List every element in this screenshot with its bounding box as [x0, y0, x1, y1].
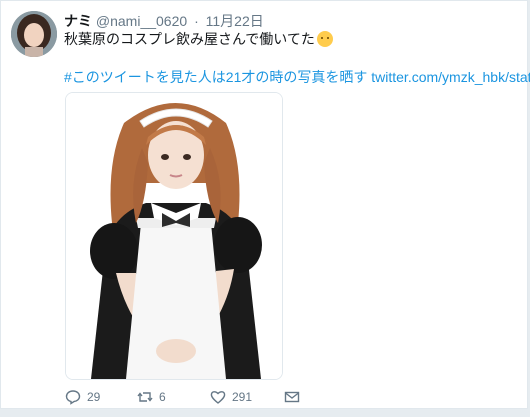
- like-count: 291: [232, 390, 253, 404]
- direct-message-button[interactable]: [284, 389, 300, 405]
- photo-image: [66, 93, 282, 379]
- header-separator: ·: [194, 13, 199, 29]
- like-button[interactable]: 291: [210, 389, 252, 405]
- reply-icon: [65, 390, 81, 405]
- avatar-image: [11, 11, 57, 57]
- tweet-photo[interactable]: [65, 92, 283, 380]
- retweet-count: 6: [159, 390, 166, 404]
- tweet-url-link[interactable]: twitter.com/ymzk_hbk/statu…: [371, 69, 530, 85]
- tweet-header: ナミ @nami__0620 · 11月22日: [64, 11, 264, 31]
- author-name[interactable]: ナミ: [64, 13, 92, 29]
- retweet-button[interactable]: 6: [137, 389, 166, 405]
- retweet-icon: [137, 392, 153, 402]
- hashtag-link[interactable]: #このツイートを見た人は21才の時の写真を晒す: [64, 69, 367, 85]
- tweet-date[interactable]: 11月22日: [206, 13, 264, 29]
- tweet-text: 秋葉原のコスプレ飲み屋さんで働いてた: [64, 29, 333, 49]
- reply-count: 29: [87, 390, 101, 404]
- avatar[interactable]: [11, 11, 57, 57]
- tweet-card[interactable]: ナミ @nami__0620 · 11月22日 秋葉原のコスプレ飲み屋さんで働い…: [0, 0, 530, 409]
- envelope-icon: [284, 391, 300, 403]
- tweet-hashtag-line: #このツイートを見た人は21才の時の写真を晒す twitter.com/ymzk…: [64, 67, 530, 87]
- heart-icon: [210, 391, 226, 404]
- smile-emoji-icon: [316, 31, 333, 47]
- tweet-body: 秋葉原のコスプレ飲み屋さんで働いてた: [64, 31, 315, 47]
- author-handle[interactable]: @nami__0620: [96, 13, 187, 29]
- reply-button[interactable]: 29: [65, 389, 100, 405]
